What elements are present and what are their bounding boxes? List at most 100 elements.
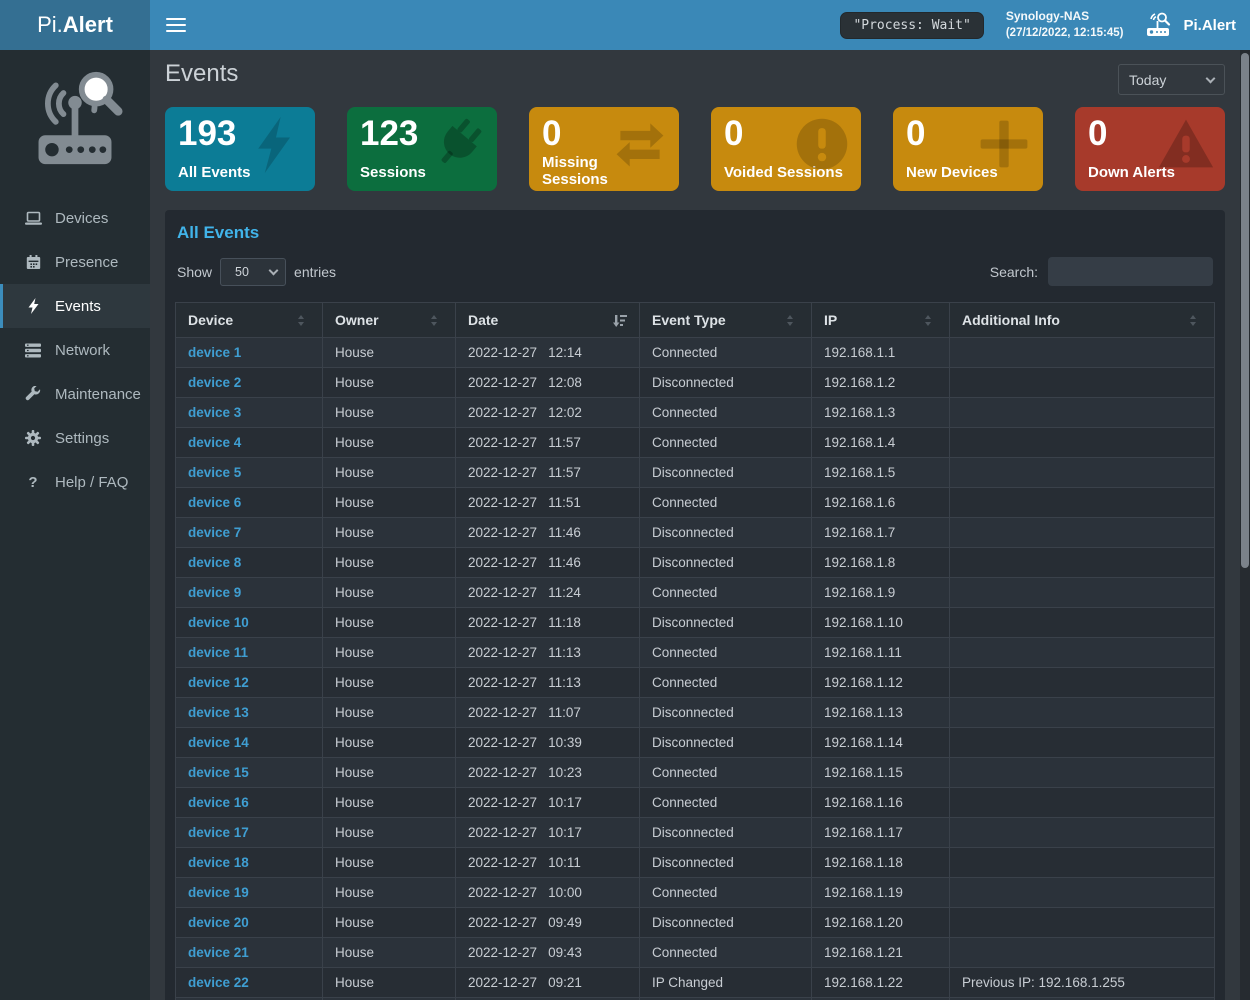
ip-cell: 192.168.1.18: [811, 848, 949, 877]
device-link[interactable]: device 19: [188, 885, 249, 900]
sidebar-item-help[interactable]: ? Help / FAQ: [0, 460, 150, 504]
device-link[interactable]: device 16: [188, 795, 249, 810]
card-missing-sessions[interactable]: 0 Missing Sessions: [529, 107, 679, 191]
device-link[interactable]: device 4: [188, 435, 241, 450]
additional-info-cell: [949, 338, 1214, 367]
event-type-cell: Connected: [639, 428, 811, 457]
ip-cell: 192.168.1.1: [811, 338, 949, 367]
sidebar-item-label: Settings: [55, 430, 109, 447]
card-new-devices[interactable]: 0 New Devices: [893, 107, 1043, 191]
owner-cell: House: [322, 698, 455, 727]
date-cell: 2022-12-2711:13: [455, 668, 639, 697]
sidebar-item-devices[interactable]: Devices: [0, 196, 150, 240]
calendar-icon: [24, 255, 42, 270]
device-link[interactable]: device 6: [188, 495, 241, 510]
app-link[interactable]: Pi.Alert: [1145, 12, 1236, 38]
device-link[interactable]: device 17: [188, 825, 249, 840]
column-header-event-type[interactable]: Event Type: [639, 303, 811, 337]
column-header-ip[interactable]: IP: [811, 303, 949, 337]
brand-logo[interactable]: Pi.Alert: [0, 0, 150, 50]
device-link[interactable]: device 11: [188, 645, 248, 660]
sidebar-item-maintenance[interactable]: Maintenance: [0, 372, 150, 416]
ip-cell: 192.168.1.15: [811, 758, 949, 787]
date-cell: 2022-12-2710:17: [455, 788, 639, 817]
column-header-additional-info[interactable]: Additional Info: [949, 303, 1214, 337]
date-cell: 2022-12-2711:46: [455, 518, 639, 547]
scrollbar-thumb[interactable]: [1241, 53, 1249, 568]
owner-cell: House: [322, 788, 455, 817]
card-down-alerts[interactable]: 0 Down Alerts: [1075, 107, 1225, 191]
additional-info-cell: [949, 608, 1214, 637]
ip-cell: 192.168.1.21: [811, 938, 949, 967]
sidebar-item-label: Help / FAQ: [55, 474, 128, 491]
ip-cell: 192.168.1.14: [811, 728, 949, 757]
owner-cell: House: [322, 488, 455, 517]
owner-cell: House: [322, 398, 455, 427]
owner-cell: House: [322, 848, 455, 877]
nas-datetime: (27/12/2022, 12:15:45): [1006, 25, 1124, 42]
sidebar-item-presence[interactable]: Presence: [0, 240, 150, 284]
table-row: device 19 House 2022-12-2710:00 Connecte…: [176, 877, 1214, 907]
additional-info-cell: [949, 668, 1214, 697]
device-link[interactable]: device 14: [188, 735, 249, 750]
table-body: device 1 House 2022-12-2712:14 Connected…: [176, 337, 1214, 1000]
sidebar-item-events[interactable]: Events: [0, 284, 150, 328]
column-header-device[interactable]: Device: [176, 303, 322, 337]
ip-cell: 192.168.1.11: [811, 638, 949, 667]
card-sessions[interactable]: 123 Sessions: [347, 107, 497, 191]
device-link[interactable]: device 2: [188, 375, 241, 390]
owner-cell: House: [322, 908, 455, 937]
table-row: device 16 House 2022-12-2710:17 Connecte…: [176, 787, 1214, 817]
date-cell: 2022-12-2711:18: [455, 608, 639, 637]
device-link[interactable]: device 22: [188, 975, 249, 990]
sidebar-item-settings[interactable]: Settings: [0, 416, 150, 460]
device-link[interactable]: device 3: [188, 405, 241, 420]
owner-cell: House: [322, 518, 455, 547]
owner-cell: House: [322, 938, 455, 967]
main-content: Events Today 193 All Events 123 Sessions…: [150, 50, 1240, 1000]
process-status-badge[interactable]: "Process: Wait": [840, 12, 983, 39]
device-link[interactable]: device 8: [188, 555, 241, 570]
period-select-value: Today: [1129, 72, 1166, 88]
device-link[interactable]: device 15: [188, 765, 249, 780]
page-length-select[interactable]: 50: [220, 258, 286, 286]
event-type-cell: Connected: [639, 938, 811, 967]
search-input[interactable]: [1048, 257, 1213, 286]
event-type-cell: Disconnected: [639, 698, 811, 727]
owner-cell: House: [322, 338, 455, 367]
device-link[interactable]: device 10: [188, 615, 249, 630]
table-header: Device Owner Date Event Type IP: [176, 303, 1214, 337]
router-icon: [1145, 12, 1175, 38]
device-link[interactable]: device 7: [188, 525, 241, 540]
period-select[interactable]: Today: [1118, 64, 1225, 95]
date-cell: 2022-12-2710:00: [455, 878, 639, 907]
pialert-logo: [0, 50, 150, 182]
column-header-date[interactable]: Date: [455, 303, 639, 337]
ip-cell: 192.168.1.9: [811, 578, 949, 607]
additional-info-cell: [949, 578, 1214, 607]
hamburger-icon[interactable]: [166, 14, 186, 36]
device-link[interactable]: device 20: [188, 915, 249, 930]
table-row: device 21 House 2022-12-2709:43 Connecte…: [176, 937, 1214, 967]
device-link[interactable]: device 13: [188, 705, 249, 720]
card-voided-sessions[interactable]: 0 Voided Sessions: [711, 107, 861, 191]
warning-triangle-icon: [1157, 115, 1215, 173]
sort-icon: [787, 314, 799, 327]
card-all-events[interactable]: 193 All Events: [165, 107, 315, 191]
sidebar-item-network[interactable]: Network: [0, 328, 150, 372]
event-type-cell: Disconnected: [639, 908, 811, 937]
device-link[interactable]: device 1: [188, 345, 241, 360]
column-header-owner[interactable]: Owner: [322, 303, 455, 337]
device-link[interactable]: device 21: [188, 945, 249, 960]
bolt-icon: [24, 298, 42, 314]
ip-cell: 192.168.1.8: [811, 548, 949, 577]
sidebar-item-label: Network: [55, 342, 110, 359]
device-link[interactable]: device 9: [188, 585, 241, 600]
question-icon: ?: [24, 474, 42, 491]
device-link[interactable]: device 18: [188, 855, 249, 870]
event-type-cell: Disconnected: [639, 368, 811, 397]
device-link[interactable]: device 12: [188, 675, 249, 690]
device-link[interactable]: device 5: [188, 465, 241, 480]
search-label: Search:: [990, 264, 1038, 280]
owner-cell: House: [322, 578, 455, 607]
